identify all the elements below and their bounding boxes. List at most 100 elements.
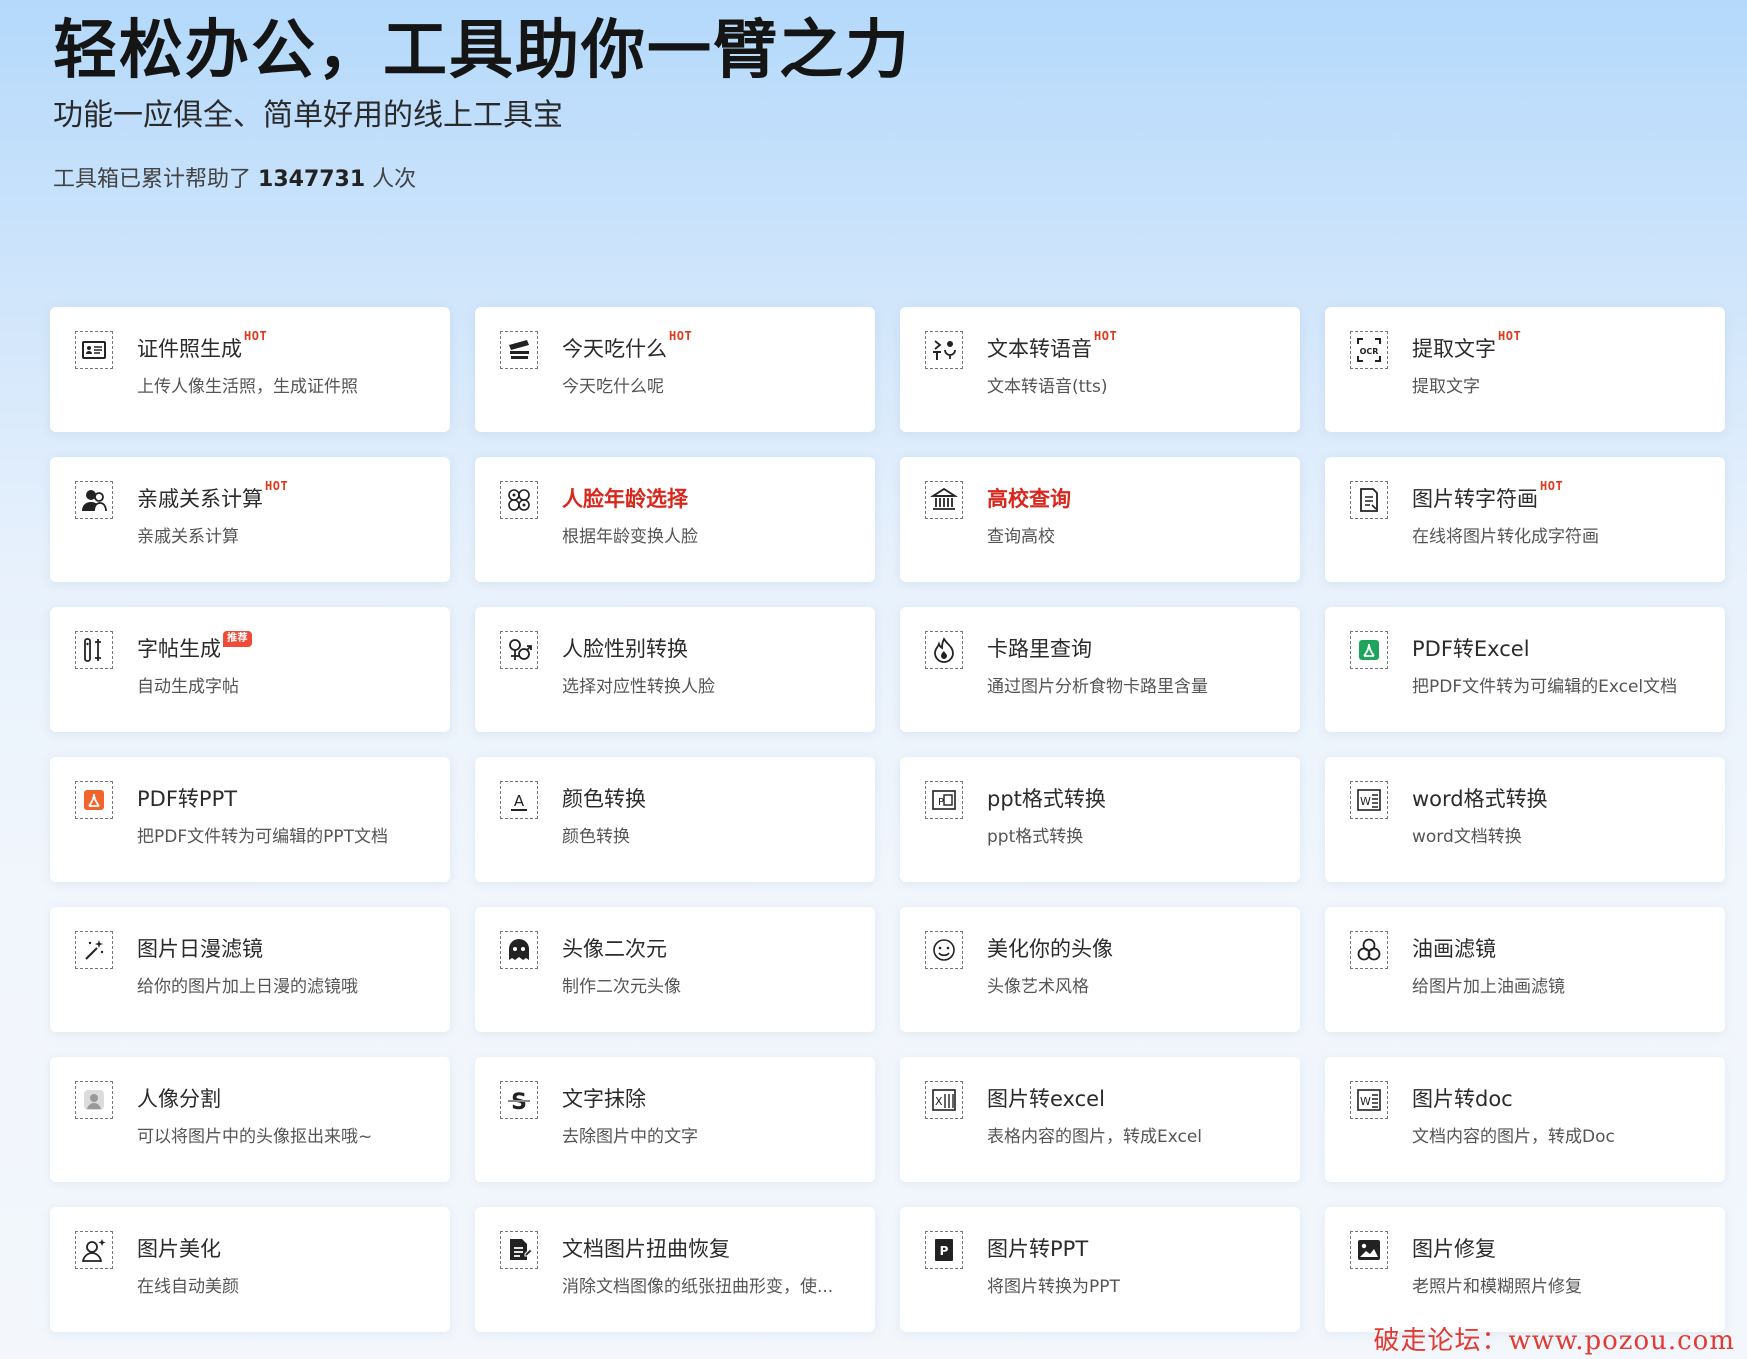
svg-text:W: W: [1360, 1095, 1371, 1108]
hot-badge: HOT: [1540, 479, 1564, 493]
tool-card-title-text: PDF转PPT: [137, 787, 238, 811]
tool-card-description: 上传人像生活照，生成证件照: [137, 377, 358, 397]
tool-card-title: 文档图片扭曲恢复: [562, 1235, 730, 1263]
tool-card[interactable]: 亲戚关系计算HOT 亲戚关系计算: [50, 457, 450, 582]
tool-card-title-text: 图片美化: [137, 1237, 221, 1261]
doc-restore-icon: [500, 1231, 538, 1269]
tool-card[interactable]: 人脸性别转换选择对应性转换人脸: [475, 607, 875, 732]
image-doc-icon: W: [1350, 1081, 1388, 1119]
tool-card[interactable]: Pppt格式转换 ppt格式转换: [900, 757, 1300, 882]
tool-card[interactable]: 文档图片扭曲恢复消除文档图像的纸张扭曲形变，使...: [475, 1207, 875, 1332]
word-format-icon: W: [1350, 781, 1388, 819]
tool-card[interactable]: 图片转字符画HOT 在线将图片转化成字符画: [1325, 457, 1725, 582]
tool-card[interactable]: 高校查询 查询高校: [900, 457, 1300, 582]
tool-card-title-text: PDF转Excel: [1412, 637, 1530, 661]
usage-counter-prefix: 工具箱已累计帮助了: [53, 167, 252, 192]
ocr-icon: OCR: [1350, 331, 1388, 369]
tool-card-title-text: 图片日漫滤镜: [137, 937, 263, 961]
tool-card-description: 查询高校: [987, 527, 1055, 547]
tool-card-description: 把PDF文件转为可编辑的PPT文档: [137, 827, 389, 847]
tool-card-title: 人像分割: [137, 1085, 221, 1113]
tool-card[interactable]: 头像二次元 制作二次元头像: [475, 907, 875, 1032]
tool-card-title: word格式转换: [1412, 785, 1548, 813]
tool-card-title: 高校查询: [987, 485, 1071, 513]
tool-card[interactable]: W 图片转doc 文档内容的图片，转成Doc: [1325, 1057, 1725, 1182]
tool-card[interactable]: 卡路里查询通过图片分析食物卡路里含量: [900, 607, 1300, 732]
tool-card[interactable]: X 图片转excel 表格内容的图片，转成Excel: [900, 1057, 1300, 1182]
tool-card-description: 头像艺术风格: [987, 977, 1089, 997]
tool-card-description: 在线将图片转化成字符画: [1412, 527, 1599, 547]
tool-card[interactable]: P 图片转PPT 将图片转换为PPT: [900, 1207, 1300, 1332]
tool-card-description: 给图片加上油画滤镜: [1412, 977, 1565, 997]
tool-card-title: 油画滤镜: [1412, 935, 1496, 963]
watermark: 破走论坛：www.pozou.com: [1373, 1326, 1735, 1356]
tool-card-title: 文字抹除: [562, 1085, 646, 1113]
tool-card[interactable]: A 颜色转换 颜色转换: [475, 757, 875, 882]
tool-card-title-text: 卡路里查询: [987, 637, 1092, 661]
tool-card-title: 图片美化: [137, 1235, 221, 1263]
tool-card-description: 选择对应性转换人脸: [562, 677, 715, 697]
tool-card-description: 表格内容的图片，转成Excel: [987, 1127, 1203, 1147]
tool-card-title: 图片转PPT: [987, 1235, 1088, 1263]
tool-card[interactable]: PDF转Excel 把PDF文件转为可编辑的Excel文档: [1325, 607, 1725, 732]
tool-card-title-text: ppt格式转换: [987, 787, 1106, 811]
tool-card-description: ppt格式转换: [987, 827, 1084, 847]
tool-card-title: 头像二次元: [562, 935, 667, 963]
tool-card-title: 文本转语音HOT: [987, 329, 1117, 363]
tool-card[interactable]: 图片日漫滤镜 给你的图片加上日漫的滤镜哦: [50, 907, 450, 1032]
tool-card-description: 将图片转换为PPT: [987, 1277, 1120, 1297]
tool-card-description: 可以将图片中的头像抠出来哦~: [137, 1127, 373, 1147]
beautify-icon: [75, 1231, 113, 1269]
tool-card-title: 今天吃什么HOT: [562, 329, 692, 363]
tool-card-description: word文档转换: [1412, 827, 1522, 847]
tool-card[interactable]: 字帖生成 推荐自动生成字帖: [50, 607, 450, 732]
tool-card[interactable]: OCR 提取文字HOT 提取文字: [1325, 307, 1725, 432]
hot-badge: HOT: [669, 329, 693, 343]
tool-card[interactable]: 油画滤镜给图片加上油画滤镜: [1325, 907, 1725, 1032]
tool-card[interactable]: 人脸年龄选择 根据年龄变换人脸: [475, 457, 875, 582]
tool-card[interactable]: 人像分割可以将图片中的头像抠出来哦~: [50, 1057, 450, 1182]
tool-card-title: 图片修复: [1412, 1235, 1496, 1263]
tool-card-title: 人脸性别转换: [562, 635, 688, 663]
svg-text:X: X: [935, 1095, 943, 1108]
tool-card-description: 去除图片中的文字: [562, 1127, 698, 1147]
ascii-art-icon: [1350, 481, 1388, 519]
tool-card[interactable]: 图片修复老照片和模糊照片修复: [1325, 1207, 1725, 1332]
tool-card[interactable]: 文本转语音HOT 文本转语音(tts): [900, 307, 1300, 432]
tool-card-description: 自动生成字帖: [137, 677, 239, 697]
tool-card-title-text: 字帖生成: [137, 637, 221, 661]
tool-card-title: ppt格式转换: [987, 785, 1106, 813]
tool-card-description: 老照片和模糊照片修复: [1412, 1277, 1582, 1297]
page-subtitle: 功能一应俱全、简单好用的线上工具宝: [53, 98, 563, 133]
university-icon: [925, 481, 963, 519]
tool-card[interactable]: S 文字抹除去除图片中的文字: [475, 1057, 875, 1182]
tool-card-title-text: 文本转语音: [987, 337, 1092, 361]
recommend-badge: 推荐: [223, 631, 252, 647]
tool-card-title-text: 文字抹除: [562, 1087, 646, 1111]
tool-card[interactable]: 证件照生成HOT 上传人像生活照，生成证件照: [50, 307, 450, 432]
tool-card-description: 消除文档图像的纸张扭曲形变，使...: [562, 1277, 834, 1297]
tool-card-description: 文档内容的图片，转成Doc: [1412, 1127, 1615, 1147]
tool-card[interactable]: 今天吃什么HOT 今天吃什么呢: [475, 307, 875, 432]
portrait-segment-icon: [75, 1081, 113, 1119]
tool-card-title-text: 今天吃什么: [562, 337, 667, 361]
hot-badge: HOT: [1094, 329, 1118, 343]
tool-card[interactable]: Wword格式转换 word文档转换: [1325, 757, 1725, 882]
tool-card-title-text: 图片转excel: [987, 1087, 1105, 1111]
tool-card-title: 图片转doc: [1412, 1085, 1513, 1113]
tool-card-title-text: 亲戚关系计算: [137, 487, 263, 511]
tool-card-title-text: 高校查询: [987, 487, 1071, 511]
tool-card-title: 图片转字符画HOT: [1412, 479, 1563, 513]
tool-card[interactable]: PDF转PPT 把PDF文件转为可编辑的PPT文档: [50, 757, 450, 882]
face-age-icon: [500, 481, 538, 519]
tool-card-description: 通过图片分析食物卡路里含量: [987, 677, 1208, 697]
text-erase-icon: S: [500, 1081, 538, 1119]
ppt-format-icon: P: [925, 781, 963, 819]
tool-card-title-text: 图片转PPT: [987, 1237, 1089, 1261]
tool-card[interactable]: 图片美化 在线自动美颜: [50, 1207, 450, 1332]
tool-card-title: 字帖生成 推荐: [137, 631, 252, 663]
tool-card[interactable]: 美化你的头像头像艺术风格: [900, 907, 1300, 1032]
tool-card-title-text: 人脸性别转换: [562, 637, 688, 661]
tool-card-title: 美化你的头像: [987, 935, 1113, 963]
smile-face-icon: [925, 931, 963, 969]
